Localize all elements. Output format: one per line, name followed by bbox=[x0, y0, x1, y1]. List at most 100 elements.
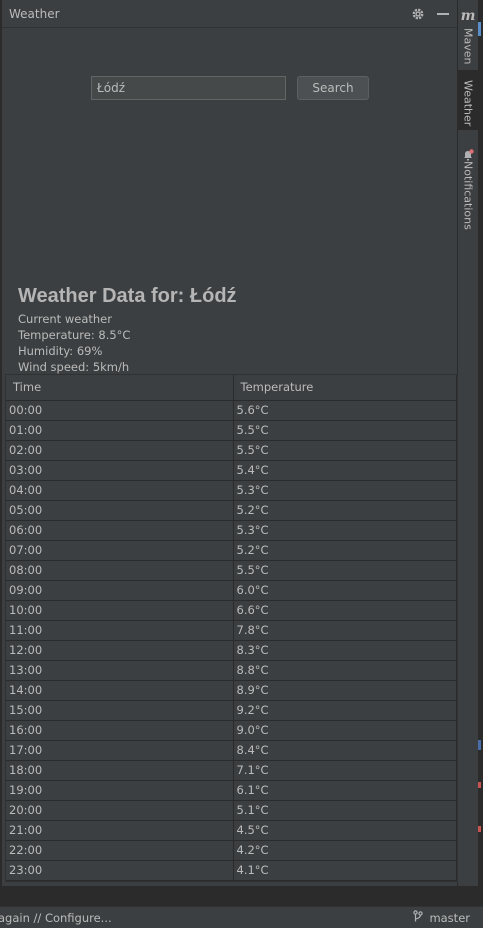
time-cell: 11:00 bbox=[6, 620, 234, 641]
table-row[interactable]: 11:00 7.8°C bbox=[6, 620, 457, 641]
table-row[interactable]: 06:00 5.3°C bbox=[6, 520, 457, 541]
temperature-cell: 8.3°C bbox=[233, 640, 457, 661]
time-cell: 09:00 bbox=[6, 580, 234, 601]
time-cell: 16:00 bbox=[6, 720, 234, 741]
weather-summary: Weather Data for: Łódź Current weather T… bbox=[18, 285, 237, 375]
temperature-cell: 5.5°C bbox=[233, 440, 457, 461]
temperature-cell: 5.1°C bbox=[233, 800, 457, 821]
temperature-cell: 7.1°C bbox=[233, 760, 457, 781]
maven-icon: m bbox=[460, 8, 476, 24]
time-cell: 17:00 bbox=[6, 740, 234, 761]
tool-window-actions bbox=[411, 7, 451, 21]
wind-speed-value: Wind speed: 5km/h bbox=[18, 360, 130, 374]
temperature-cell: 5.2°C bbox=[233, 540, 457, 561]
tool-window-title: Weather bbox=[9, 6, 60, 21]
table-row[interactable]: 23:00 4.1°C bbox=[6, 860, 457, 881]
time-cell: 07:00 bbox=[6, 540, 234, 561]
table-body: 00:00 5.6°C 01:00 5.5°C 02:00 5.5°C 03:00 5.4°C… bbox=[6, 400, 457, 881]
time-cell: 18:00 bbox=[6, 760, 234, 781]
current-weather-label: Current weather bbox=[18, 312, 112, 326]
temperature-cell: 4.1°C bbox=[233, 860, 457, 881]
temperature-cell: 7.8°C bbox=[233, 620, 457, 641]
temperature-cell: 5.6°C bbox=[233, 400, 457, 421]
table-row[interactable]: 05:00 5.2°C bbox=[6, 500, 457, 521]
column-header-time[interactable]: Time bbox=[6, 375, 234, 401]
table-header-row: Time Temperature bbox=[6, 375, 457, 401]
table-row[interactable]: 18:00 7.1°C bbox=[6, 760, 457, 781]
temperature-cell: 6.6°C bbox=[233, 600, 457, 621]
time-cell: 22:00 bbox=[6, 840, 234, 861]
temperature-cell: 6.0°C bbox=[233, 580, 457, 601]
search-input[interactable] bbox=[91, 76, 286, 100]
temperature-cell: 5.4°C bbox=[233, 460, 457, 481]
table-row[interactable]: 09:00 6.0°C bbox=[6, 580, 457, 601]
weather-heading: Weather Data for: Łódź bbox=[18, 285, 237, 307]
time-cell: 10:00 bbox=[6, 600, 234, 621]
time-cell: 01:00 bbox=[6, 420, 234, 441]
branch-name: master bbox=[429, 910, 470, 925]
table-row[interactable]: 15:00 9.2°C bbox=[6, 700, 457, 721]
temperature-cell: 5.2°C bbox=[233, 500, 457, 521]
hourly-table[interactable]: Time Temperature 00:00 5.6°C 01:00 5.5°C 02:… bbox=[5, 374, 458, 882]
column-header-temperature[interactable]: Temperature bbox=[233, 375, 457, 401]
table-row[interactable]: 07:00 5.2°C bbox=[6, 540, 457, 561]
table-row[interactable]: 12:00 8.3°C bbox=[6, 640, 457, 661]
table-row[interactable]: 13:00 8.8°C bbox=[6, 660, 457, 681]
sidebar-tab-weather[interactable]: Weather bbox=[458, 70, 478, 130]
sidebar-tab-notifications[interactable]: Notifications bbox=[458, 146, 478, 230]
table-row[interactable]: 04:00 5.3°C bbox=[6, 480, 457, 501]
git-branch-widget[interactable]: master bbox=[413, 910, 470, 925]
time-cell: 14:00 bbox=[6, 680, 234, 701]
bell-icon bbox=[463, 146, 474, 161]
table-row[interactable]: 19:00 6.1°C bbox=[6, 780, 457, 801]
time-cell: 15:00 bbox=[6, 700, 234, 721]
time-cell: 13:00 bbox=[6, 660, 234, 681]
table-row[interactable]: 10:00 6.6°C bbox=[6, 600, 457, 621]
weather-tool-window: Weather Search Weather Data for: Łódź Cu… bbox=[2, 0, 458, 886]
editor-gutter bbox=[478, 0, 483, 886]
right-tool-stripe: m Maven Weather Notifications bbox=[458, 0, 478, 886]
table-row[interactable]: 20:00 5.1°C bbox=[6, 800, 457, 821]
table-row[interactable]: 21:00 4.5°C bbox=[6, 820, 457, 841]
sidebar-tab-maven[interactable]: m Maven bbox=[458, 8, 478, 64]
time-cell: 02:00 bbox=[6, 440, 234, 461]
branch-icon bbox=[413, 910, 424, 925]
time-cell: 08:00 bbox=[6, 560, 234, 581]
sidebar-tab-label: Weather bbox=[461, 80, 475, 127]
temperature-cell: 8.8°C bbox=[233, 660, 457, 681]
search-button[interactable]: Search bbox=[297, 76, 369, 100]
time-cell: 19:00 bbox=[6, 780, 234, 801]
table-row[interactable]: 14:00 8.9°C bbox=[6, 680, 457, 701]
temperature-cell: 8.9°C bbox=[233, 680, 457, 701]
table-row[interactable]: 01:00 5.5°C bbox=[6, 420, 457, 441]
table-row[interactable]: 17:00 8.4°C bbox=[6, 740, 457, 761]
minimize-icon[interactable] bbox=[437, 12, 449, 15]
status-bar: again // Configure... master bbox=[0, 906, 483, 928]
gutter-marker bbox=[478, 826, 481, 832]
time-cell: 00:00 bbox=[6, 400, 234, 421]
gutter-marker bbox=[478, 22, 481, 36]
table-row[interactable]: 00:00 5.6°C bbox=[6, 400, 457, 421]
ide-window: Weather Search Weather Data for: Łódź Cu… bbox=[0, 0, 483, 928]
table-row[interactable]: 03:00 5.4°C bbox=[6, 460, 457, 481]
gutter-marker bbox=[478, 740, 481, 750]
status-message[interactable]: again // Configure... bbox=[0, 911, 112, 925]
temperature-cell: 4.5°C bbox=[233, 820, 457, 841]
search-area: Search bbox=[2, 28, 457, 278]
table-row[interactable]: 22:00 4.2°C bbox=[6, 840, 457, 861]
temperature-cell: 8.4°C bbox=[233, 740, 457, 761]
gear-icon[interactable] bbox=[411, 7, 425, 21]
time-cell: 03:00 bbox=[6, 460, 234, 481]
gutter-marker bbox=[478, 782, 481, 788]
temperature-cell: 5.5°C bbox=[233, 560, 457, 581]
table-row[interactable]: 02:00 5.5°C bbox=[6, 440, 457, 461]
time-cell: 21:00 bbox=[6, 820, 234, 841]
temperature-cell: 6.1°C bbox=[233, 780, 457, 801]
humidity-value: Humidity: 69% bbox=[18, 344, 103, 358]
time-cell: 04:00 bbox=[6, 480, 234, 501]
temperature-cell: 5.3°C bbox=[233, 520, 457, 541]
table-row[interactable]: 16:00 9.0°C bbox=[6, 720, 457, 741]
temperature-cell: 4.2°C bbox=[233, 840, 457, 861]
sidebar-tab-label: Maven bbox=[461, 28, 475, 65]
table-row[interactable]: 08:00 5.5°C bbox=[6, 560, 457, 581]
